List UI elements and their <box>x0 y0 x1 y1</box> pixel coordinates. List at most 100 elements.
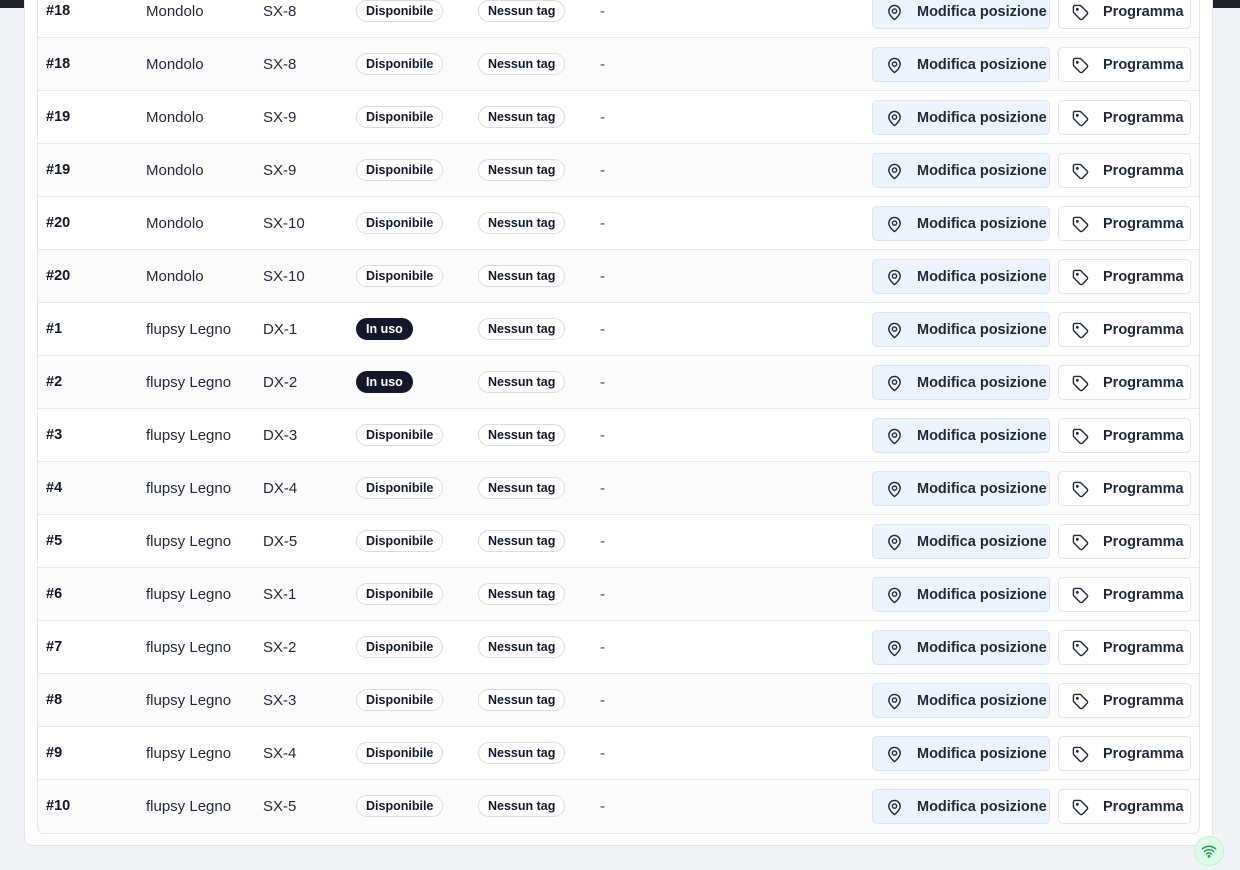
edit-position-button[interactable]: Modifica posizione <box>872 418 1050 453</box>
basket-number: #20 <box>46 268 71 284</box>
tag-badge: Nessun tag <box>478 265 566 287</box>
tag-badge: Nessun tag <box>478 689 566 711</box>
basket-number: #18 <box>46 56 71 72</box>
basket-position: DX-2 <box>263 373 298 391</box>
status-badge: Disponibile <box>356 689 444 711</box>
schedule-button[interactable]: Programma <box>1058 365 1191 400</box>
note-value: - <box>600 214 605 232</box>
edit-position-label: Modifica posizione <box>917 693 1047 709</box>
basket-number: #9 <box>46 745 63 761</box>
schedule-button[interactable]: Programma <box>1058 0 1191 29</box>
schedule-label: Programma <box>1103 375 1184 391</box>
status-badge: Disponibile <box>356 159 444 181</box>
table-row: #19 Mondolo SX-9 Disponibile Nessun tag … <box>38 91 1199 144</box>
edit-position-button[interactable]: Modifica posizione <box>872 736 1050 771</box>
tag-icon <box>1072 375 1089 392</box>
schedule-button[interactable]: Programma <box>1058 789 1191 824</box>
schedule-button[interactable]: Programma <box>1058 100 1191 135</box>
map-pin-icon <box>888 322 901 339</box>
schedule-label: Programma <box>1103 587 1184 603</box>
status-badge: Disponibile <box>356 583 444 605</box>
schedule-button[interactable]: Programma <box>1058 259 1191 294</box>
schedule-button[interactable]: Programma <box>1058 524 1191 559</box>
edit-position-button[interactable]: Modifica posizione <box>872 0 1050 29</box>
map-pin-icon <box>888 428 901 445</box>
edit-position-button[interactable]: Modifica posizione <box>872 365 1050 400</box>
state-cell: Disponibile <box>356 409 444 461</box>
edit-position-button[interactable]: Modifica posizione <box>872 471 1050 506</box>
edit-position-button[interactable]: Modifica posizione <box>872 259 1050 294</box>
basket-number: #3 <box>46 427 63 443</box>
tag-cell: Nessun tag <box>478 462 566 514</box>
status-badge: Disponibile <box>356 212 444 234</box>
note-value: - <box>600 532 605 550</box>
map-pin-icon <box>888 534 901 551</box>
note-value: - <box>600 2 605 20</box>
tag-cell: Nessun tag <box>478 144 566 196</box>
edit-position-button[interactable]: Modifica posizione <box>872 47 1050 82</box>
schedule-button[interactable]: Programma <box>1058 312 1191 347</box>
status-badge: Disponibile <box>356 636 444 658</box>
tag-cell: Nessun tag <box>478 674 566 726</box>
edit-position-button[interactable]: Modifica posizione <box>872 683 1050 718</box>
map-pin-icon <box>888 110 901 127</box>
edit-position-label: Modifica posizione <box>917 375 1047 391</box>
note-value: - <box>600 161 605 179</box>
schedule-label: Programma <box>1103 693 1184 709</box>
tag-badge: Nessun tag <box>478 0 566 22</box>
tag-icon <box>1072 269 1089 286</box>
schedule-label: Programma <box>1103 799 1184 815</box>
edit-position-button[interactable]: Modifica posizione <box>872 206 1050 241</box>
basket-position: SX-10 <box>263 214 305 232</box>
status-badge: Disponibile <box>356 265 444 287</box>
edit-position-button[interactable]: Modifica posizione <box>872 524 1050 559</box>
map-pin-icon <box>888 799 901 816</box>
flupsy-name: Mondolo <box>146 214 204 232</box>
state-cell: Disponibile <box>356 197 444 249</box>
map-pin-icon <box>888 375 901 392</box>
state-cell: Disponibile <box>356 144 444 196</box>
map-pin-icon <box>888 269 901 286</box>
edit-position-button[interactable]: Modifica posizione <box>872 630 1050 665</box>
basket-number: #8 <box>46 692 63 708</box>
note-value: - <box>600 638 605 656</box>
schedule-button[interactable]: Programma <box>1058 736 1191 771</box>
flupsy-name: flupsy Legno <box>146 585 232 603</box>
table-row: #4 flupsy Legno DX-4 Disponibile Nessun … <box>38 462 1199 515</box>
tag-cell: Nessun tag <box>478 621 566 673</box>
schedule-label: Programma <box>1103 481 1184 497</box>
tag-cell: Nessun tag <box>478 515 566 567</box>
schedule-button[interactable]: Programma <box>1058 47 1191 82</box>
schedule-button[interactable]: Programma <box>1058 471 1191 506</box>
status-badge: Disponibile <box>356 795 444 817</box>
connection-status-button[interactable] <box>1194 836 1224 866</box>
flupsy-name: Mondolo <box>146 267 204 285</box>
basket-position: SX-9 <box>263 108 297 126</box>
map-pin-icon <box>888 481 901 498</box>
edit-position-button[interactable]: Modifica posizione <box>872 577 1050 612</box>
edit-position-button[interactable]: Modifica posizione <box>872 312 1050 347</box>
schedule-button[interactable]: Programma <box>1058 153 1191 188</box>
status-badge: Disponibile <box>356 0 444 22</box>
schedule-button[interactable]: Programma <box>1058 206 1191 241</box>
wifi-icon <box>1201 845 1217 858</box>
basket-position: SX-9 <box>263 161 297 179</box>
edit-position-button[interactable]: Modifica posizione <box>872 100 1050 135</box>
note-value: - <box>600 267 605 285</box>
flupsy-name: Mondolo <box>146 161 204 179</box>
flupsy-name: Mondolo <box>146 55 204 73</box>
state-cell: Disponibile <box>356 462 444 514</box>
tag-cell: Nessun tag <box>478 303 566 355</box>
basket-number: #19 <box>46 109 71 125</box>
edit-position-label: Modifica posizione <box>917 322 1047 338</box>
schedule-button[interactable]: Programma <box>1058 630 1191 665</box>
schedule-label: Programma <box>1103 110 1184 126</box>
edit-position-button[interactable]: Modifica posizione <box>872 789 1050 824</box>
table-row: #1 flupsy Legno DX-1 In uso Nessun tag -… <box>38 303 1199 356</box>
schedule-button[interactable]: Programma <box>1058 683 1191 718</box>
schedule-button[interactable]: Programma <box>1058 418 1191 453</box>
tag-cell: Nessun tag <box>478 197 566 249</box>
edit-position-label: Modifica posizione <box>917 534 1047 550</box>
edit-position-button[interactable]: Modifica posizione <box>872 153 1050 188</box>
schedule-button[interactable]: Programma <box>1058 577 1191 612</box>
